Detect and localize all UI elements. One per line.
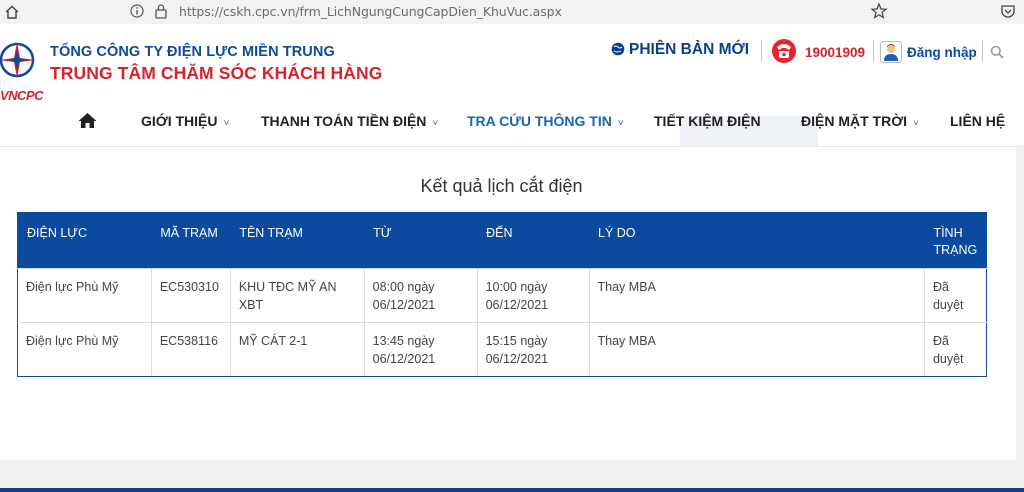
column-header: MÃ TRẠM: [151, 212, 231, 269]
logo-text: VNCPC: [0, 88, 44, 103]
outage-table: ĐIỆN LỰC MÃ TRẠM TÊN TRẠM TỪ ĐẾN LÝ DO T…: [17, 212, 987, 377]
column-header: TỪ: [364, 212, 478, 269]
cell-ma-tram: EC530310: [151, 268, 231, 323]
browser-toolbar: https://cskh.cpc.vn/frm_LichNgungCungCap…: [0, 0, 1024, 24]
header-divider: [873, 40, 874, 62]
home-icon[interactable]: [3, 3, 21, 21]
cell-ten-tram: KHU TĐC MỸ AN XBT: [230, 268, 365, 323]
phone-icon: [772, 39, 796, 63]
info-icon[interactable]: [130, 4, 144, 18]
footer-bar: [0, 488, 1024, 492]
globe-icon: [611, 42, 625, 56]
nav-label: GIỚI THIỆU: [141, 113, 218, 129]
header-divider: [982, 40, 983, 62]
table-row: Điện lực Phù Mỹ EC530310 KHU TĐC MỸ AN X…: [17, 268, 987, 323]
table-header-row: ĐIỆN LỰC MÃ TRẠM TÊN TRẠM TỪ ĐẾN LÝ DO T…: [17, 212, 987, 269]
page-gap: [0, 460, 1024, 488]
org-subtitle: TRUNG TÂM CHĂM SÓC KHÁCH HÀNG: [50, 63, 383, 83]
cell-tinh-trang: Đã duyệt: [924, 322, 987, 377]
column-header: TÊN TRẠM: [230, 212, 365, 269]
nav-label: ĐIỆN MẶT TRỜI: [801, 113, 908, 129]
nav-dien-mat-troi[interactable]: ĐIỆN MẶT TRỜI ˅: [801, 113, 919, 129]
chevron-down-icon: ˅: [223, 118, 230, 129]
evn-logo-icon[interactable]: [0, 38, 42, 84]
bookmark-star-icon[interactable]: [870, 2, 888, 20]
column-header: LÝ DO: [589, 212, 925, 269]
cell-ly-do: Thay MBA: [589, 322, 925, 377]
nav-label: LIÊN HỆ: [950, 113, 1006, 129]
nav-label: THANH TOÁN TIỀN ĐIỆN: [261, 113, 427, 129]
lock-icon[interactable]: [154, 3, 168, 19]
search-icon[interactable]: [990, 45, 1004, 59]
column-header: TÌNH TRẠNG: [924, 212, 987, 269]
home-icon[interactable]: [78, 112, 97, 129]
cell-dien-luc: Điện lực Phù Mỹ: [17, 268, 152, 323]
cell-ma-tram: EC538116: [151, 322, 231, 377]
chevron-down-icon: ˅: [432, 118, 439, 129]
cell-ly-do: Thay MBA: [589, 268, 925, 323]
cell-tu: 13:45 ngày 06/12/2021: [364, 322, 478, 377]
page-title: Kết quả lịch cắt điện: [420, 176, 583, 196]
nav-gioi-thieu[interactable]: GIỚI THIỆU ˅: [141, 113, 229, 129]
nav-thanh-toan[interactable]: THANH TOÁN TIỀN ĐIỆN ˅: [261, 113, 438, 129]
scrollbar-track[interactable]: [1016, 147, 1024, 460]
chevron-down-icon: ˅: [617, 118, 624, 129]
cell-tu: 08:00 ngày 06/12/2021: [364, 268, 478, 323]
cell-ten-tram: MỸ CÁT 2-1: [230, 322, 365, 377]
cell-tinh-trang: Đã duyệt: [924, 268, 987, 323]
table-row: Điện lực Phù Mỹ EC538116 MỸ CÁT 2-1 13:4…: [17, 322, 987, 377]
nav-tra-cuu[interactable]: TRA CỨU THÔNG TIN ˅: [467, 113, 624, 129]
column-header: ĐẾN: [477, 212, 590, 269]
chevron-down-icon: ˅: [913, 118, 919, 129]
cell-dien-luc: Điện lực Phù Mỹ: [17, 322, 152, 377]
nav-label: TRA CỨU THÔNG TIN: [467, 113, 612, 129]
user-avatar-icon: [880, 41, 902, 63]
nav-lien-he[interactable]: LIÊN HỆ: [950, 113, 1005, 129]
header-divider: [761, 40, 762, 62]
new-version-link[interactable]: PHIÊN BẢN MỚI: [629, 41, 749, 59]
url-text[interactable]: https://cskh.cpc.vn/frm_LichNgungCungCap…: [179, 4, 562, 19]
hotline-number[interactable]: 19001909: [805, 45, 865, 60]
login-link[interactable]: Đăng nhập: [907, 45, 977, 60]
nav-label: TIẾT KIỆM ĐIỆN: [654, 113, 761, 129]
pocket-icon[interactable]: [1000, 3, 1016, 19]
nav-tiet-kiem[interactable]: TIẾT KIỆM ĐIỆN: [654, 113, 761, 129]
cell-den: 10:00 ngày 06/12/2021: [477, 268, 590, 323]
org-name: TỔNG CÔNG TY ĐIỆN LỰC MIỀN TRUNG: [50, 44, 335, 60]
cell-den: 15:15 ngày 06/12/2021: [477, 322, 590, 377]
column-header: ĐIỆN LỰC: [17, 212, 152, 269]
